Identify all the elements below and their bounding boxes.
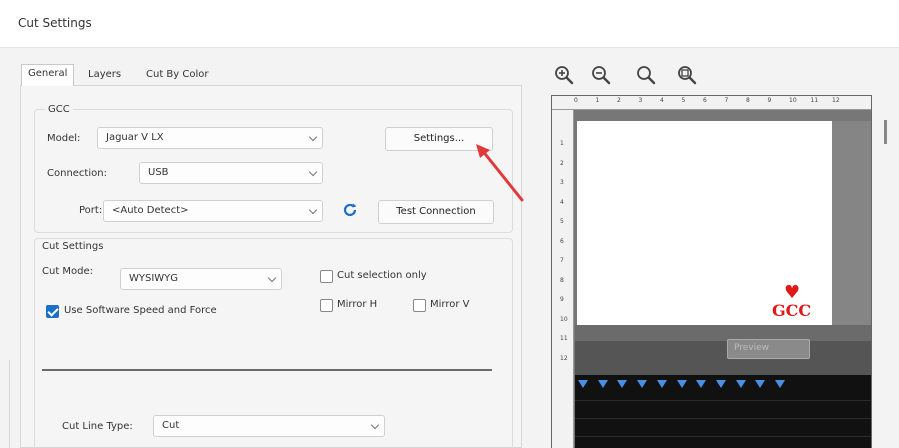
use-software-speed-label: Use Software Speed and Force [64, 305, 217, 316]
pin-marker-icon [597, 380, 608, 388]
ruler-y-tick-label: 9 [560, 296, 564, 303]
red-arrow-annotation [476, 144, 524, 202]
ruler-y-tick-label: 4 [560, 198, 564, 206]
gcc-group-label: GCC [45, 104, 73, 115]
cut-line-type-select[interactable]: Cut [153, 415, 385, 437]
zoom-fit-icon[interactable] [635, 64, 657, 86]
tab-general[interactable]: General [21, 64, 75, 86]
title-bar: Cut Settings [0, 0, 899, 48]
chevron-down-icon [267, 273, 277, 283]
ruler-x-tick-label: 8 [746, 97, 750, 104]
pin-marker-icon [637, 380, 648, 388]
ruler-x-tick-label: 12 [832, 97, 840, 104]
gcc-logo: GCC [772, 301, 812, 320]
divider [575, 400, 871, 401]
model-label: Model: [47, 133, 81, 144]
pin-marker-icon [696, 380, 707, 388]
chevron-down-icon [308, 167, 318, 177]
pin-marker-icon [775, 380, 785, 388]
cut-mode-select-value: WYSIWYG [129, 273, 179, 284]
mirror-v-label: Mirror V [430, 299, 470, 310]
scrollbar-thumb[interactable] [884, 120, 887, 144]
cut-selection-only-label: Cut selection only [337, 270, 427, 281]
ruler-y-tick-label: 8 [560, 276, 564, 284]
tab-layers[interactable]: Layers [82, 66, 127, 86]
tab-cut-by-color[interactable]: Cut By Color [140, 66, 215, 86]
refresh-icon[interactable] [341, 201, 359, 219]
port-select[interactable]: <Auto Detect> [103, 200, 323, 222]
ruler-y-tick-label: 2 [560, 159, 564, 167]
window-title: Cut Settings [18, 16, 92, 30]
mirror-h-checkbox[interactable] [320, 299, 333, 312]
chevron-down-icon [370, 420, 380, 430]
ruler-x-tick-label: 9 [767, 97, 772, 104]
ruler-x-tick-label: 6 [703, 97, 707, 104]
window-edge [9, 360, 10, 448]
media-margin [832, 121, 871, 325]
port-select-value: <Auto Detect> [112, 205, 189, 216]
divider [575, 418, 871, 419]
use-software-speed-checkbox[interactable] [46, 305, 59, 318]
pin-marker-icon [715, 380, 726, 388]
ruler-x-tick-label: 10 [789, 97, 797, 104]
ruler-x-tick-label: 5 [681, 97, 686, 104]
connection-label: Connection: [47, 168, 107, 179]
chevron-down-icon [308, 205, 318, 215]
cut-mode-label: Cut Mode: [42, 266, 94, 277]
mirror-h-label: Mirror H [337, 299, 378, 310]
ruler-x-tick-label: 0 [574, 97, 578, 104]
port-label: Port: [79, 205, 103, 216]
cut-selection-only-checkbox[interactable] [320, 270, 333, 283]
logo-heart-icon: ♥ [784, 282, 801, 303]
zoom-out-icon[interactable] [590, 64, 612, 86]
model-select[interactable]: Jaguar V LX [97, 127, 323, 149]
cut-mode-select[interactable]: WYSIWYG [120, 268, 282, 290]
pin-marker-icon [578, 380, 588, 388]
pin-marker-icon [676, 380, 687, 388]
cut-line-type-label: Cut Line Type: [62, 421, 133, 432]
zoom-in-icon[interactable] [553, 64, 575, 86]
divider [42, 369, 492, 371]
ruler-x-tick-label: 7 [724, 97, 729, 104]
connection-select-value: USB [148, 167, 169, 178]
model-select-value: Jaguar V LX [106, 132, 164, 143]
chevron-down-icon [308, 132, 318, 142]
mirror-v-checkbox[interactable] [413, 299, 426, 312]
ruler-y-tick-label: 5 [560, 218, 564, 225]
preview-overlay-button[interactable]: Preview [727, 339, 810, 359]
pin-marker-icon [617, 380, 628, 388]
overlay-band-top [575, 325, 871, 341]
ruler-x-tick-label: 1 [595, 97, 600, 104]
zoom-actual-icon[interactable] [676, 64, 698, 86]
connection-select[interactable]: USB [139, 162, 323, 184]
ruler-x-tick-label: 3 [638, 97, 643, 104]
pin-marker-icon [735, 380, 746, 388]
ruler-y-tick-label: 7 [560, 257, 564, 264]
ruler-x-tick-label: 4 [660, 97, 664, 104]
divider [575, 436, 871, 437]
cut-settings-group-label: Cut Settings [42, 241, 104, 252]
ruler-y-tick-label: 6 [560, 237, 564, 245]
ruler-y-tick-label: 10 [560, 315, 568, 323]
ruler-y-tick-label: 12 [560, 354, 568, 362]
ruler-y-tick-label: 1 [560, 140, 564, 147]
ruler-y-tick-label: 3 [560, 179, 564, 186]
pin-marker-icon [656, 380, 667, 388]
ruler-x-tick-label: 2 [617, 97, 621, 104]
ruler-horizontal [552, 96, 871, 110]
ruler-x-tick-label: 11 [810, 97, 819, 104]
ruler-y-tick-label: 11 [560, 335, 568, 342]
cut-line-type-select-value: Cut [162, 420, 180, 431]
preview-overlay-button-label: Preview [734, 343, 770, 353]
cut-settings-window: Cut Settings General Layers Cut By Color… [0, 0, 899, 448]
pin-marker-icon [755, 380, 766, 388]
